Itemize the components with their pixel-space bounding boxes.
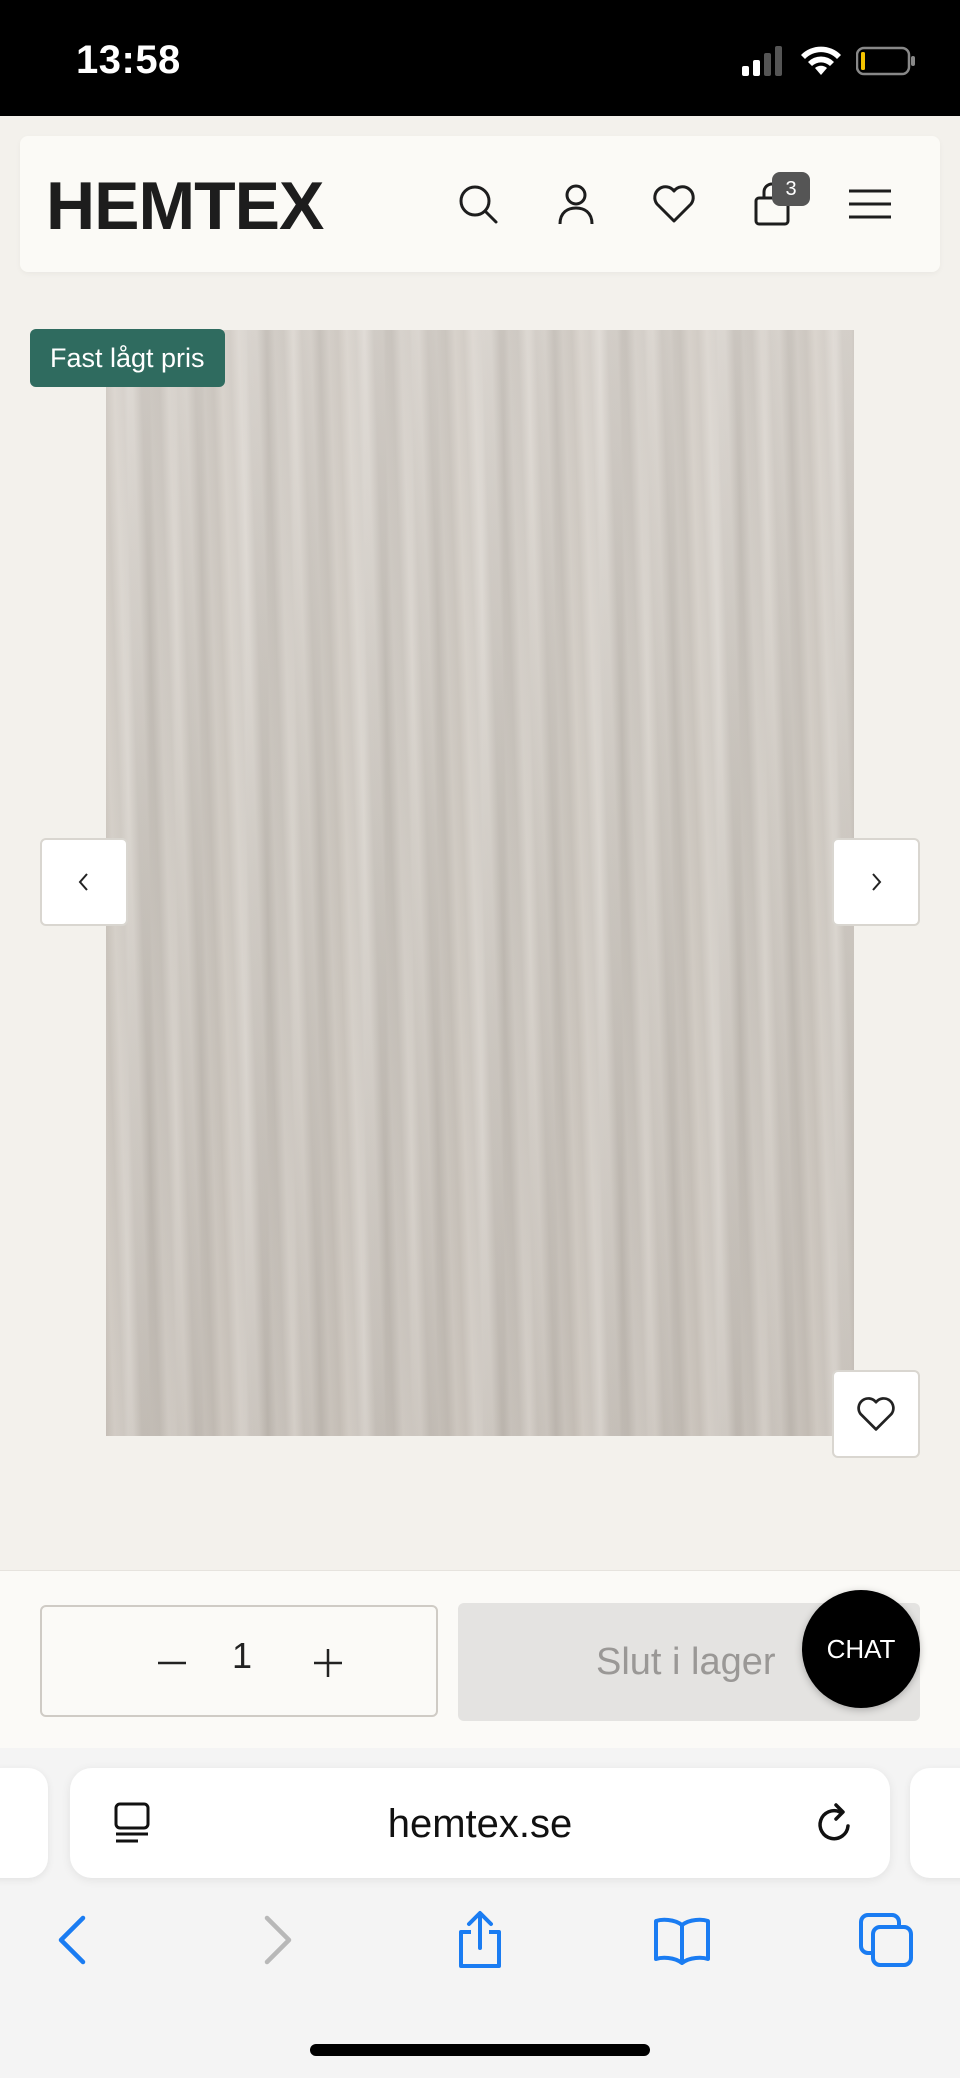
status-icons: [742, 44, 916, 78]
search-icon: [459, 185, 498, 224]
cellular-signal-icon: [742, 46, 782, 76]
menu-icon: [849, 189, 891, 219]
product-gallery: Fast lågt pris: [0, 272, 960, 1572]
status-time: 13:58: [76, 38, 181, 82]
share-icon: [459, 1911, 501, 1968]
quantity-increase-button[interactable]: [298, 1633, 358, 1693]
reload-icon[interactable]: [810, 1800, 858, 1848]
gallery-next-button[interactable]: [832, 838, 920, 926]
menu-button[interactable]: [842, 176, 898, 232]
account-icon: [558, 184, 594, 225]
tabs-icon: [859, 1913, 913, 1967]
product-image-curtain[interactable]: [106, 330, 854, 1436]
cart-count-badge: 3: [772, 172, 810, 206]
share-button[interactable]: [448, 1908, 512, 1972]
browser-back-button[interactable]: [40, 1908, 104, 1972]
previous-tab-peek[interactable]: [0, 1768, 48, 1878]
minus-icon: [158, 1661, 186, 1665]
home-indicator: [310, 2044, 650, 2056]
quantity-stepper: 1: [40, 1605, 438, 1717]
chat-button[interactable]: CHAT: [802, 1590, 920, 1708]
price-badge: Fast lågt pris: [30, 329, 225, 387]
chevron-left-icon: [58, 1915, 86, 1965]
wishlist-button[interactable]: [646, 176, 702, 232]
browser-chrome: hemtex.se: [0, 1748, 960, 2078]
account-button[interactable]: [548, 176, 604, 232]
screen: 13:58 HEMTEX 3 Fast lågt pris 1 Slut i l…: [0, 0, 960, 2078]
search-button[interactable]: [450, 176, 506, 232]
heart-icon: [653, 185, 695, 223]
site-header: HEMTEX 3: [20, 136, 940, 272]
chevron-left-icon: [78, 873, 88, 891]
wifi-icon: [801, 46, 841, 75]
quantity-decrease-button[interactable]: [142, 1633, 202, 1693]
address-bar[interactable]: hemtex.se: [70, 1768, 890, 1878]
gallery-prev-button[interactable]: [40, 838, 128, 926]
plus-icon: [314, 1649, 342, 1677]
url-text: hemtex.se: [387, 1802, 573, 1846]
quantity-value[interactable]: 1: [212, 1635, 272, 1677]
bookmarks-button[interactable]: [650, 1908, 714, 1972]
chevron-right-icon: [264, 1915, 292, 1965]
chevron-right-icon: [872, 873, 882, 891]
add-to-wishlist-button[interactable]: [832, 1370, 920, 1458]
bookmarks-icon: [654, 1917, 710, 1965]
heart-icon: [857, 1397, 895, 1431]
cart-button[interactable]: 3: [744, 172, 810, 232]
hemtex-logo[interactable]: HEMTEX: [46, 172, 324, 240]
tabs-button[interactable]: [854, 1908, 918, 1972]
status-bar: 13:58: [0, 0, 960, 116]
battery-icon: [856, 46, 915, 76]
browser-forward-button[interactable]: [246, 1908, 310, 1972]
next-tab-peek[interactable]: [910, 1768, 960, 1878]
